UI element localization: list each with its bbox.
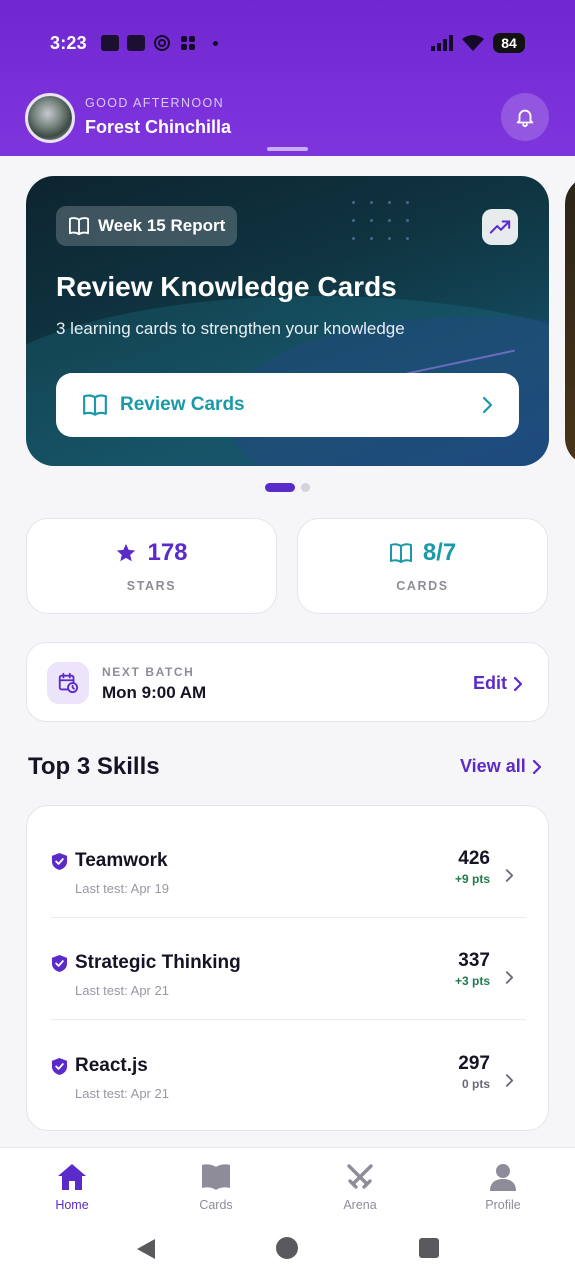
view-all-skills-link[interactable]: View all: [460, 756, 542, 777]
nav-label: Profile: [485, 1198, 521, 1212]
divider: [51, 1019, 526, 1020]
week-report-label: Week 15 Report: [98, 216, 226, 235]
status-bar: 3:23 84: [0, 26, 575, 60]
chevron-right-icon: [505, 971, 514, 984]
skill-row-teamwork[interactable]: Teamwork Last test: Apr 19 426 +9 pts: [27, 816, 550, 918]
skill-row-reactjs[interactable]: React.js Last test: Apr 21 297 0 pts: [27, 1021, 550, 1123]
greeting-text: GOOD AFTERNOON: [85, 96, 225, 110]
pager-dot-active[interactable]: [265, 483, 295, 492]
signal-icon: [431, 35, 453, 51]
banner-subtitle: 3 learning cards to strengthen your know…: [56, 319, 405, 338]
chevron-right-icon: [505, 1074, 514, 1087]
next-batch-label: NEXT BATCH: [102, 665, 195, 679]
nav-arena[interactable]: Arena: [310, 1148, 410, 1220]
user-name: Forest Chinchilla: [85, 117, 232, 137]
skill-score: 337: [458, 950, 490, 971]
more-notifications-icon: [212, 40, 218, 46]
back-icon[interactable]: [135, 1238, 157, 1260]
skill-name: Strategic Thinking: [75, 952, 241, 973]
notification-icons: [100, 34, 218, 52]
cards-stat-card[interactable]: 8/7 CARDS: [297, 518, 548, 614]
bell-icon: [516, 109, 534, 128]
recents-square-icon[interactable]: [419, 1238, 439, 1258]
battery-indicator: 84: [493, 33, 525, 53]
skill-score: 297: [458, 1053, 490, 1074]
carousel-pager: [265, 483, 310, 492]
edit-batch-button[interactable]: Edit: [473, 673, 523, 694]
stars-value: 178: [147, 539, 188, 566]
skill-score: 426: [458, 848, 490, 869]
home-icon: [58, 1164, 86, 1190]
star-icon: [117, 543, 136, 562]
cards-value: 8/7: [422, 539, 457, 566]
wifi-icon: [462, 34, 484, 51]
app-notification-icon: [100, 35, 119, 51]
nav-home[interactable]: Home: [22, 1148, 122, 1220]
chevron-right-icon: [513, 676, 523, 691]
view-all-label: View all: [460, 756, 526, 776]
wallet-notification-icon: [126, 35, 145, 51]
skills-list: Teamwork Last test: Apr 19 426 +9 pts St…: [26, 805, 549, 1131]
skill-last-test: Last test: Apr 19: [75, 881, 169, 896]
next-batch-card: NEXT BATCH Mon 9:00 AM Edit: [26, 642, 549, 722]
status-time: 3:23: [50, 32, 87, 53]
cards-label: CARDS: [396, 579, 449, 593]
nav-profile[interactable]: Profile: [453, 1148, 553, 1220]
home-circle-icon[interactable]: [276, 1237, 298, 1259]
swords-icon: [347, 1164, 373, 1189]
skill-delta: +3 pts: [454, 974, 490, 988]
shield-check-icon: [51, 955, 68, 972]
trend-button[interactable]: [482, 209, 518, 245]
skill-delta: +9 pts: [454, 872, 490, 886]
banner-title: Review Knowledge Cards: [56, 271, 397, 302]
book-open-icon: [389, 543, 412, 563]
review-cards-label: Review Cards: [120, 394, 245, 415]
skill-name: React.js: [75, 1055, 148, 1076]
person-icon: [490, 1164, 516, 1191]
openai-notification-icon: [153, 35, 170, 51]
skill-delta: 0 pts: [461, 1077, 490, 1091]
dots-decoration: [352, 201, 416, 249]
week-report-chip[interactable]: Week 15 Report: [56, 206, 238, 246]
skill-name: Teamwork: [75, 850, 168, 871]
nav-label: Home: [55, 1198, 89, 1212]
skill-last-test: Last test: Apr 21: [75, 1086, 169, 1101]
pager-dot[interactable]: [301, 483, 310, 492]
chevron-right-icon: [505, 869, 514, 882]
review-banner-card[interactable]: Week 15 Report Review Knowledge Cards 3 …: [26, 176, 549, 466]
skill-last-test: Last test: Apr 21: [75, 983, 169, 998]
nav-label: Arena: [343, 1198, 377, 1212]
avatar[interactable]: [25, 93, 75, 143]
book-open-icon: [83, 394, 107, 416]
system-navigation-bar: [0, 1219, 575, 1280]
book-icon: [202, 1164, 230, 1190]
next-banner-card-peek[interactable]: [565, 176, 575, 466]
notifications-button[interactable]: [501, 93, 549, 141]
app-header: 3:23 84 GOOD AFTERNOON Forest Chinchilla: [0, 0, 575, 156]
next-batch-time: Mon 9:00 AM: [102, 683, 207, 702]
trending-up-icon: [489, 220, 511, 234]
skill-row-strategic-thinking[interactable]: Strategic Thinking Last test: Apr 21 337…: [27, 918, 550, 1020]
edit-label: Edit: [473, 673, 507, 693]
chevron-right-icon: [532, 759, 541, 774]
shield-check-icon: [51, 1058, 68, 1075]
sheet-handle[interactable]: [267, 147, 308, 151]
bottom-navigation: Home Cards Arena Profile: [0, 1147, 575, 1219]
skills-section-title: Top 3 Skills: [28, 753, 160, 780]
calendar-clock-icon: [47, 662, 89, 704]
book-open-icon: [69, 217, 89, 236]
chevron-right-icon: [482, 396, 493, 414]
stars-label: STARS: [126, 579, 177, 593]
nav-label: Cards: [199, 1198, 233, 1212]
shield-check-icon: [51, 853, 68, 870]
nav-cards[interactable]: Cards: [166, 1148, 266, 1220]
slack-notification-icon: [180, 36, 195, 50]
review-cards-button[interactable]: Review Cards: [56, 373, 519, 437]
stars-stat-card[interactable]: 178 STARS: [26, 518, 277, 614]
